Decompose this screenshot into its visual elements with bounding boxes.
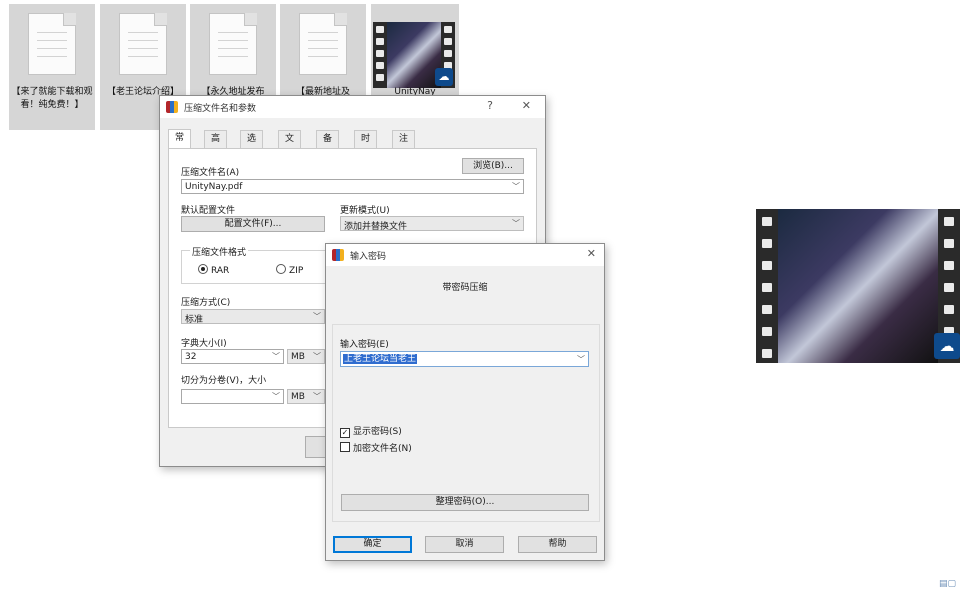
chevron-down-icon: ﹀ (313, 312, 321, 321)
password-label: 输入密码(E) (340, 340, 389, 350)
update-mode-select[interactable]: 添加并替换文件 ﹀ (340, 216, 524, 232)
chevron-down-icon: ﹀ (313, 392, 321, 401)
cancel-button[interactable]: 取消 (425, 536, 504, 553)
compression-method-select[interactable]: 标准 ﹀ (181, 309, 325, 325)
tab-comment[interactable]: 注释 (392, 130, 416, 161)
winrar-icon (166, 101, 178, 113)
ok-button[interactable]: 确定 (333, 536, 412, 553)
video-thumbnail: ☁ (373, 22, 455, 88)
enter-password-dialog: 输入密码 ✕ 带密码压缩 输入密码(E) 上老王论坛当老王 ﹀ ✓ 显示密码(S) … (325, 243, 605, 561)
tab-time[interactable]: 时间 (354, 130, 378, 161)
split-unit-select[interactable]: MB ﹀ (287, 389, 325, 404)
split-volume-size-input[interactable]: ﹀ (181, 389, 284, 404)
archive-name-input[interactable]: UnityNay.pdf ﹀ (181, 179, 524, 194)
update-mode-label: 更新模式(U) (340, 206, 390, 216)
chevron-down-icon: ﹀ (512, 219, 520, 228)
compression-method-label: 压缩方式(C) (181, 298, 231, 308)
tab-files[interactable]: 文件 (278, 130, 302, 161)
chevron-down-icon: ﹀ (313, 352, 321, 361)
format-zip-radio[interactable]: ZIP (276, 264, 303, 276)
tab-backup[interactable]: 备份 (316, 130, 340, 161)
screen-corner-icon: ▤▢ (938, 579, 956, 589)
chevron-down-icon: ﹀ (272, 352, 280, 361)
document-icon (119, 13, 167, 75)
chevron-down-icon: ﹀ (272, 392, 280, 401)
dictionary-unit-select[interactable]: MB ﹀ (287, 349, 325, 364)
help-button[interactable]: 帮助 (518, 536, 597, 553)
dictionary-size-select[interactable]: 32 ﹀ (181, 349, 284, 364)
dialog-titlebar: 输入密码 ✕ (326, 244, 604, 266)
close-icon[interactable]: ✕ (587, 247, 596, 260)
dictionary-size-label: 字典大小(I) (181, 339, 227, 349)
password-input[interactable]: 上老王论坛当老王 ﹀ (340, 351, 589, 367)
winrar-icon (332, 249, 344, 261)
tab-advanced[interactable]: 高级 (204, 130, 228, 161)
show-password-checkbox[interactable]: ✓ 显示密码(S) (340, 424, 402, 438)
profiles-button[interactable]: 配置文件(F)... (181, 216, 325, 232)
format-rar-radio[interactable]: RAR (198, 264, 229, 276)
document-icon (209, 13, 257, 75)
archive-format-label: 压缩文件格式 (190, 245, 249, 258)
desktop-file-label: 【来了就能下载和观看！纯免费！】 (11, 87, 93, 110)
dialog-titlebar: 压缩文件名和参数 ? ✕ (160, 96, 545, 118)
document-icon (28, 13, 76, 75)
chevron-down-icon: ﹀ (512, 182, 520, 191)
dialog-title: 输入密码 (350, 252, 387, 262)
help-icon[interactable]: ? (487, 99, 493, 112)
split-volumes-label: 切分为分卷(V)，大小 (181, 376, 267, 386)
tab-options[interactable]: 选项 (240, 130, 264, 161)
close-icon[interactable]: ✕ (522, 99, 531, 112)
password-dialog-heading: 带密码压缩 (442, 283, 488, 293)
dialog-title: 压缩文件名和参数 (184, 104, 257, 114)
browse-button[interactable]: 浏览(B)... (462, 158, 524, 174)
cloud-app-icon: ☁ (934, 333, 960, 359)
encrypt-filenames-checkbox[interactable]: 加密文件名(N) (340, 441, 412, 454)
chevron-down-icon: ﹀ (577, 355, 585, 364)
tab-general[interactable]: 常规 (168, 129, 192, 160)
desktop-file-1[interactable]: 【来了就能下载和观看！纯免费！】 (9, 4, 95, 130)
video-preview-thumbnail[interactable]: ☁ (756, 209, 960, 363)
default-profile-label: 默认配置文件 (181, 206, 236, 216)
organize-passwords-button[interactable]: 整理密码(O)... (341, 494, 589, 511)
archive-name-label: 压缩文件名(A) (181, 168, 240, 178)
document-icon (299, 13, 347, 75)
cloud-app-icon: ☁ (435, 68, 453, 86)
